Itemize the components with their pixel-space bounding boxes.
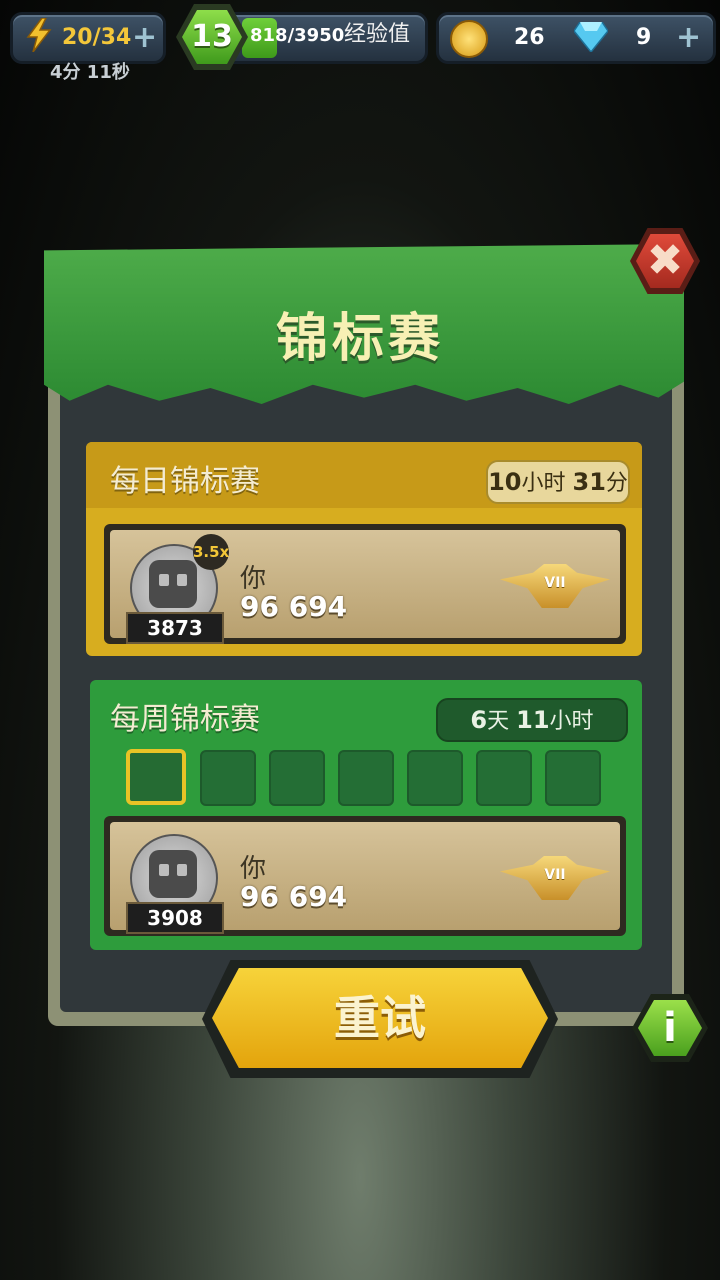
- avatar-icon: [149, 560, 197, 608]
- energy-timer: 4分 11秒: [50, 62, 130, 83]
- weekly-progress-slot: [545, 750, 601, 806]
- player-score: 96 694: [240, 880, 348, 913]
- dialog-title: 锦标赛: [275, 309, 444, 369]
- weekly-timer: 6天 11小时: [436, 698, 628, 742]
- level-number: 13: [191, 19, 233, 54]
- weekly-progress-slot: [338, 750, 394, 806]
- weekly-progress-slot: [407, 750, 463, 806]
- league-badge: VII: [544, 575, 566, 591]
- diamond-icon: [573, 21, 609, 54]
- weekly-tournament-label: 每周锦标赛: [110, 702, 260, 737]
- daily-rank: 3873: [126, 612, 224, 644]
- weekly-rank: 3908: [126, 902, 224, 934]
- weekly-progress-slot: [126, 749, 186, 805]
- league-badge: VII: [544, 867, 566, 883]
- avatar-icon: [149, 850, 197, 898]
- weekly-progress-slot: [476, 750, 532, 806]
- gem-count: 9: [636, 25, 652, 50]
- daily-timer: 10小时 31分: [486, 460, 630, 504]
- coin-count: 26: [514, 25, 545, 50]
- add-energy-button[interactable]: +: [132, 15, 157, 61]
- lightning-icon: [24, 17, 54, 53]
- retry-button[interactable]: 重试: [212, 968, 548, 1068]
- xp-value: 818/3950: [250, 25, 345, 46]
- weekly-progress-slot: [269, 750, 325, 806]
- energy-count: 20/34: [62, 25, 132, 50]
- xp-label: 经验值: [344, 22, 411, 47]
- weekly-progress-slot: [200, 750, 256, 806]
- player-score: 96 694: [240, 590, 348, 623]
- coin-icon: [450, 20, 488, 58]
- add-gems-button[interactable]: +: [676, 15, 701, 61]
- score-multiplier-badge: 3.5x: [193, 534, 229, 570]
- daily-tournament-label: 每日锦标赛: [110, 464, 260, 499]
